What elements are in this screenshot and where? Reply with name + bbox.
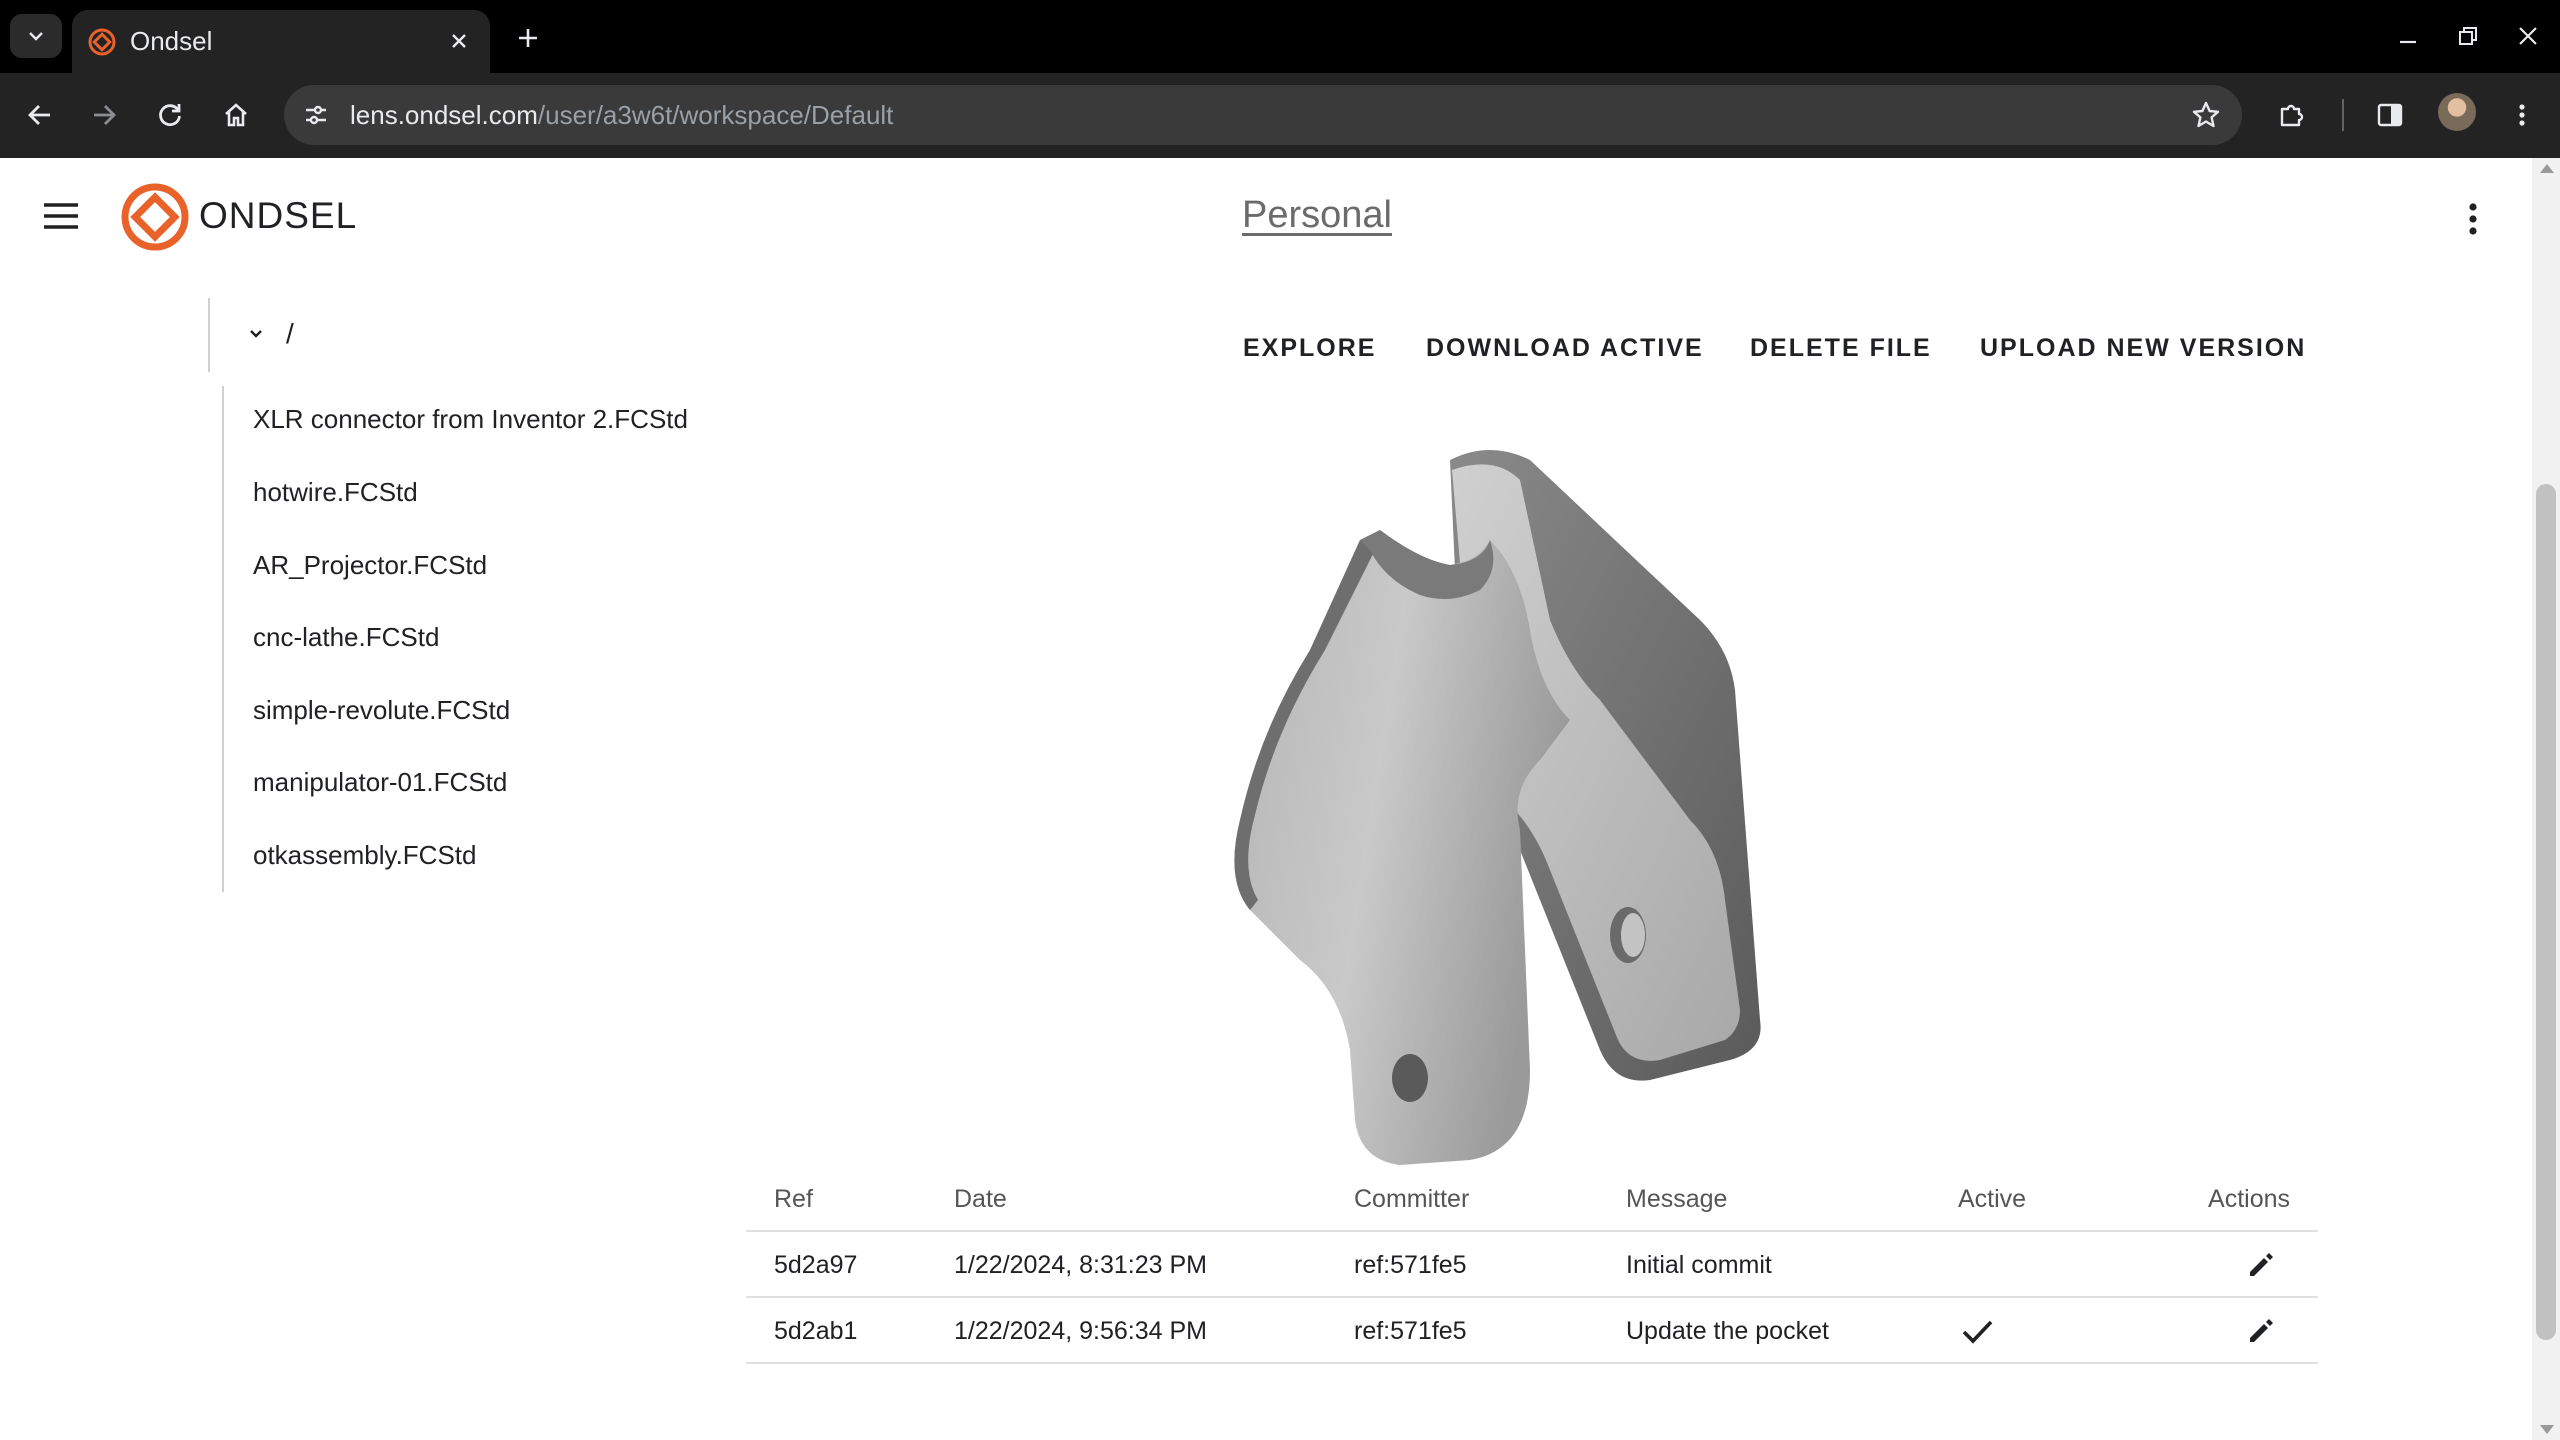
browser-tabstrip: Ondsel (0, 0, 2560, 73)
plus-icon (519, 29, 537, 47)
chevron-down-icon (29, 32, 43, 41)
address-bar[interactable]: lens.ondsel.com/user/a3w6t/workspace/Def… (284, 85, 2242, 145)
tree-file-item[interactable]: XLR connector from Inventor 2.FCStd (253, 404, 688, 435)
side-panel-button[interactable] (2368, 93, 2412, 137)
cell-date: 1/22/2024, 8:31:23 PM (954, 1251, 1207, 1279)
pencil-icon[interactable] (2246, 1250, 2276, 1280)
menu-button[interactable] (38, 196, 84, 236)
puzzle-icon (2280, 104, 2304, 127)
close-window-button[interactable] (2508, 18, 2548, 54)
tree-guide-line (222, 386, 224, 892)
cell-date: 1/22/2024, 9:56:34 PM (954, 1317, 1207, 1345)
chevron-down-icon (250, 330, 262, 338)
url-path: /user/a3w6t/workspace/Default (537, 100, 894, 130)
close-tab-button[interactable] (444, 26, 474, 56)
app-header: ONDSEL Personal (0, 158, 2532, 274)
cell-committer: ref:571fe5 (1354, 1317, 1467, 1345)
model-hole (1621, 913, 1645, 957)
more-vert-icon (2519, 104, 2525, 126)
header-ref: Ref (774, 1185, 813, 1213)
url-text: lens.ondsel.com/user/a3w6t/workspace/Def… (350, 100, 893, 131)
more-options-button[interactable] (2450, 196, 2496, 242)
more-vert-icon (2469, 203, 2477, 235)
forward-button[interactable] (82, 93, 126, 137)
header-committer: Committer (1354, 1185, 1470, 1213)
restore-window-button[interactable] (2448, 18, 2488, 54)
back-button[interactable] (18, 93, 62, 137)
close-icon (2519, 27, 2537, 45)
explore-button[interactable]: EXPLORE (1243, 334, 1376, 363)
model-viewer[interactable] (1220, 430, 1920, 1170)
home-button[interactable] (214, 93, 258, 137)
tree-root-label: / (286, 318, 294, 349)
home-icon (225, 103, 247, 127)
cell-message: Update the pocket (1626, 1317, 1829, 1345)
site-info-button[interactable] (296, 95, 336, 135)
tree-root-folder[interactable]: / (246, 312, 294, 356)
checkmark-icon (1962, 1320, 1993, 1344)
restore-icon (2459, 27, 2477, 45)
tab-search-button[interactable] (10, 14, 62, 58)
profile-avatar[interactable] (2438, 93, 2476, 131)
arrow-left-icon (28, 105, 50, 125)
cell-message: Initial commit (1626, 1251, 1772, 1279)
versions-table: Ref Date Committer Message Active Action… (746, 1166, 2318, 1364)
tree-file-item[interactable]: simple-revolute.FCStd (253, 695, 510, 726)
reload-icon (159, 104, 181, 127)
delete-file-button[interactable]: DELETE FILE (1750, 334, 1932, 363)
url-host: lens.ondsel.com (350, 100, 538, 130)
table-row[interactable]: 5d2ab1 1/22/2024, 9:56:34 PM ref:571fe5 … (746, 1298, 2318, 1364)
bookmark-button[interactable] (2186, 95, 2226, 135)
workspace-title-link[interactable]: Personal (1242, 194, 1392, 237)
extensions-button[interactable] (2270, 93, 2314, 137)
upload-new-version-button[interactable]: UPLOAD NEW VERSION (1980, 334, 2306, 363)
scroll-up-arrow-icon[interactable] (2540, 164, 2554, 173)
header-date: Date (954, 1185, 1007, 1213)
tab-title: Ondsel (130, 26, 213, 56)
tree-file-item[interactable]: hotwire.FCStd (253, 477, 418, 508)
hamburger-menu-icon (44, 203, 78, 229)
page-scrollbar[interactable] (2532, 158, 2560, 1440)
ondsel-logo-icon (88, 28, 116, 56)
pencil-icon[interactable] (2246, 1316, 2276, 1346)
scroll-down-arrow-icon[interactable] (2540, 1425, 2554, 1434)
header-active: Active (1958, 1185, 2027, 1213)
scroll-thumb[interactable] (2536, 484, 2556, 1340)
cell-committer: ref:571fe5 (1354, 1251, 1467, 1279)
table-row[interactable]: 5d2a97 1/22/2024, 8:31:23 PM ref:571fe5 … (746, 1232, 2318, 1298)
browser-toolbar: lens.ondsel.com/user/a3w6t/workspace/Def… (0, 73, 2560, 158)
model-hole (1392, 1054, 1428, 1102)
side-panel-icon (2377, 103, 2403, 127)
tree-guide-line (208, 298, 210, 372)
ondsel-logo-icon (121, 183, 189, 251)
star-icon (2192, 101, 2220, 128)
cell-ref: 5d2ab1 (774, 1317, 858, 1345)
header-message: Message (1626, 1185, 1728, 1213)
cell-ref: 5d2a97 (774, 1251, 858, 1279)
reload-button[interactable] (148, 93, 192, 137)
minimize-icon (2400, 40, 2416, 44)
tree-file-item[interactable]: manipulator-01.FCStd (253, 767, 507, 798)
browser-tab[interactable]: Ondsel (72, 10, 490, 73)
tree-file-item[interactable]: AR_Projector.FCStd (253, 550, 487, 581)
minimize-window-button[interactable] (2388, 18, 2428, 54)
close-icon (452, 34, 466, 48)
header-actions: Actions (2208, 1185, 2290, 1213)
tune-icon (306, 105, 326, 125)
browser-menu-button[interactable] (2500, 93, 2544, 137)
new-tab-button[interactable] (508, 18, 548, 58)
arrow-right-icon (94, 105, 116, 125)
logo-text: ONDSEL (199, 195, 358, 236)
tree-file-item[interactable]: otkassembly.FCStd (253, 840, 476, 871)
tree-file-item[interactable]: cnc-lathe.FCStd (253, 622, 439, 653)
toolbar-separator (2342, 99, 2344, 131)
table-header-row: Ref Date Committer Message Active Action… (746, 1166, 2318, 1232)
download-active-button[interactable]: DOWNLOAD ACTIVE (1426, 334, 1704, 363)
